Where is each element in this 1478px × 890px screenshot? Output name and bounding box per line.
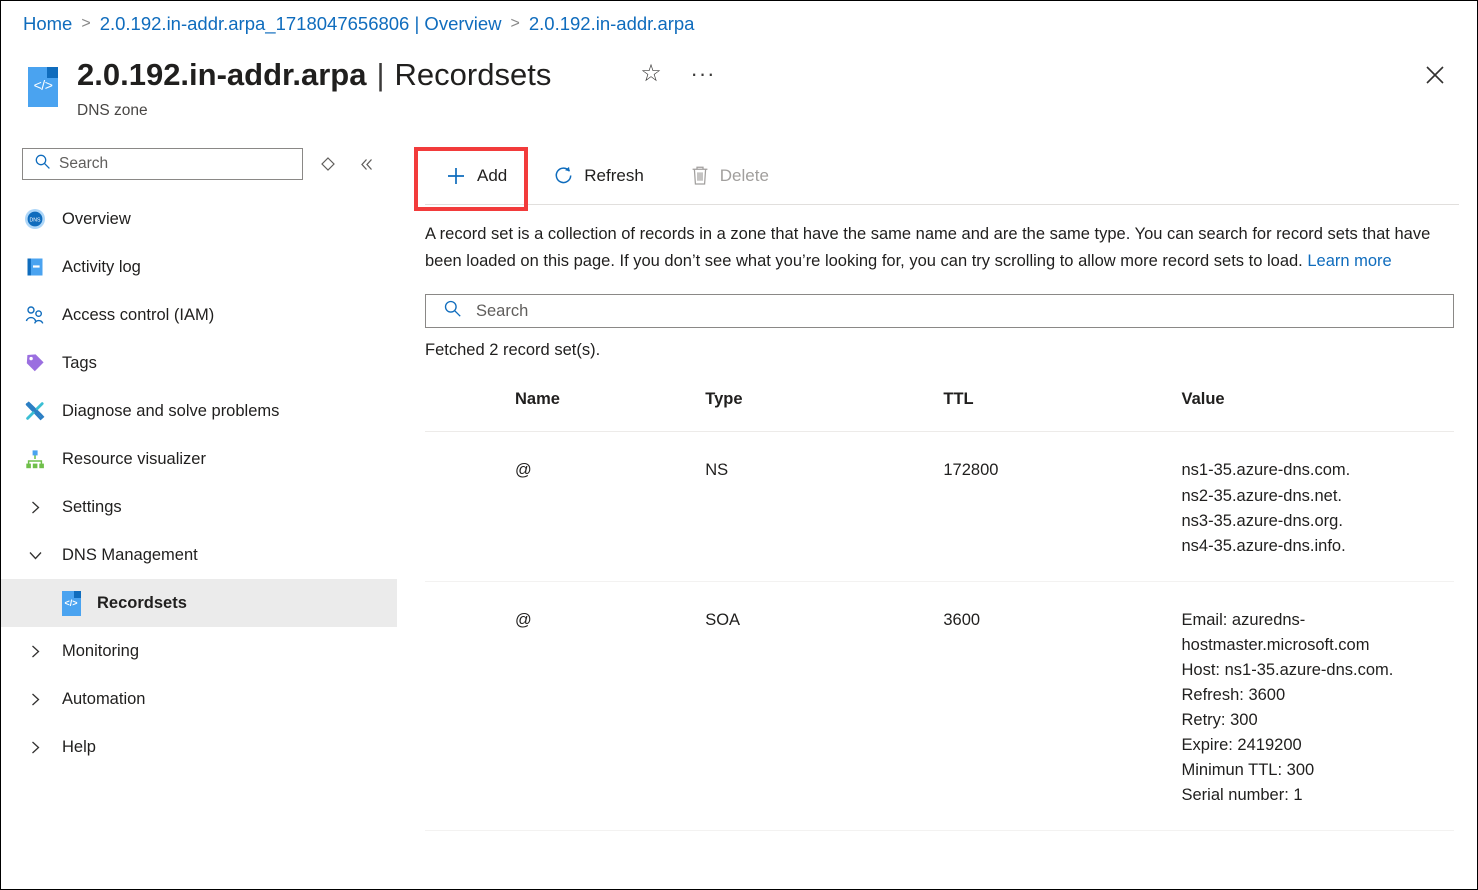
dns-icon: DNS [22, 206, 48, 232]
cell-value: ns1-35.azure-dns.com. ns2-35.azure-dns.n… [1182, 432, 1455, 581]
delete-button-label: Delete [720, 166, 769, 186]
sidebar-item-label: Access control (IAM) [62, 306, 214, 325]
sidebar-search-box[interactable] [22, 148, 303, 180]
chevron-right-icon [22, 734, 48, 760]
sidebar-item-access-control[interactable]: Access control (IAM) [1, 291, 397, 339]
cell-type: SOA [705, 581, 943, 831]
sidebar-item-monitoring[interactable]: Monitoring [1, 627, 397, 675]
table-row[interactable]: @ NS 172800 ns1-35.azure-dns.com. ns2-35… [425, 432, 1454, 581]
delete-button[interactable]: Delete [678, 156, 781, 196]
svg-text:DNS: DNS [30, 217, 41, 223]
favorite-star-icon[interactable]: ☆ [638, 61, 664, 87]
sidebar-item-label: Activity log [62, 258, 141, 277]
recordset-doc-icon: </> [58, 590, 84, 616]
sidebar-item-settings[interactable]: Settings [1, 483, 397, 531]
refresh-button[interactable]: Refresh [541, 156, 656, 196]
sidebar-item-label: Settings [62, 498, 122, 517]
sidebar-item-label: Resource visualizer [62, 450, 206, 469]
sidebar-item-label: Help [62, 738, 96, 757]
sidebar-nav-list: DNS Overview Activity log Access control… [1, 195, 397, 771]
resource-icon-glyph: </> [25, 77, 61, 93]
add-button-label: Add [477, 166, 507, 186]
sidebar-search-row [1, 141, 397, 187]
recordset-description: A record set is a collection of records … [425, 221, 1445, 274]
sidebar-item-recordsets[interactable]: </> Recordsets [1, 579, 397, 627]
trash-icon [690, 165, 710, 186]
close-icon[interactable] [1421, 61, 1449, 89]
page-title: 2.0.192.in-addr.arpa | Recordsets [77, 59, 551, 92]
sidebar-item-label: Tags [62, 354, 97, 373]
cell-ttl: 172800 [943, 432, 1181, 581]
sidebar-item-dns-management[interactable]: DNS Management [1, 531, 397, 579]
sidebar-item-automation[interactable]: Automation [1, 675, 397, 723]
breadcrumb: Home > 2.0.192.in-addr.arpa_171804765680… [23, 13, 694, 35]
search-icon [34, 153, 51, 175]
recordset-search-input[interactable] [462, 302, 1453, 321]
sidebar: DNS Overview Activity log Access control… [1, 141, 397, 889]
column-header-type[interactable]: Type [705, 390, 943, 432]
breadcrumb-item-zone[interactable]: 2.0.192.in-addr.arpa [529, 13, 695, 35]
column-header-name[interactable]: Name [425, 390, 705, 432]
sidebar-search-input[interactable] [51, 155, 302, 173]
sidebar-item-activity-log[interactable]: Activity log [1, 243, 397, 291]
cell-name: @ [425, 432, 705, 581]
access-control-icon [22, 302, 48, 328]
refresh-icon [553, 165, 574, 186]
breadcrumb-separator: > [511, 15, 520, 33]
cell-name: @ [425, 581, 705, 831]
sidebar-item-tags[interactable]: Tags [1, 339, 397, 387]
command-bar: Add Refresh Delete [425, 147, 1459, 205]
cell-ttl: 3600 [943, 581, 1181, 831]
breadcrumb-item-home[interactable]: Home [23, 13, 72, 35]
azure-portal-blade: Home > 2.0.192.in-addr.arpa_171804765680… [0, 0, 1478, 890]
page-subtitle: DNS zone [77, 102, 551, 120]
sidebar-item-help[interactable]: Help [1, 723, 397, 771]
activity-log-icon [22, 254, 48, 280]
learn-more-link[interactable]: Learn more [1307, 252, 1391, 270]
cell-type: NS [705, 432, 943, 581]
breadcrumb-separator: > [81, 15, 90, 33]
add-button[interactable]: Add [433, 156, 519, 196]
collapse-sidebar-icon[interactable] [353, 151, 379, 177]
sidebar-item-label: Monitoring [62, 642, 139, 661]
page-title-separator: | [376, 59, 384, 92]
tag-icon [22, 350, 48, 376]
diamond-toggle-icon[interactable] [315, 151, 341, 177]
sidebar-item-label: DNS Management [62, 546, 198, 565]
title-actions: ☆ ··· [638, 61, 716, 87]
sidebar-item-resource-visualizer[interactable]: Resource visualizer [1, 435, 397, 483]
sidebar-item-label: Automation [62, 690, 145, 709]
main-content: Add Refresh Delete A record set is a col… [425, 147, 1459, 889]
chevron-right-icon [22, 638, 48, 664]
resource-visualizer-icon [22, 446, 48, 472]
recordset-search-box[interactable] [425, 294, 1454, 328]
table-row[interactable]: @ SOA 3600 Email: azuredns-hostmaster.mi… [425, 581, 1454, 831]
more-ellipsis-icon[interactable]: ··· [690, 61, 716, 87]
chevron-right-icon [22, 494, 48, 520]
sidebar-item-diagnose[interactable]: Diagnose and solve problems [1, 387, 397, 435]
diagnose-icon [22, 398, 48, 424]
chevron-right-icon [22, 686, 48, 712]
recordsets-table: Name Type TTL Value @ NS 172800 ns1-35.a… [425, 390, 1454, 831]
page-title-sub: Recordsets [395, 59, 552, 92]
chevron-down-icon [22, 542, 48, 568]
plus-icon [445, 165, 467, 187]
sidebar-item-label: Overview [62, 210, 131, 229]
cell-value: Email: azuredns-hostmaster.microsoft.com… [1182, 581, 1455, 831]
column-header-value[interactable]: Value [1182, 390, 1455, 432]
table-header-row: Name Type TTL Value [425, 390, 1454, 432]
breadcrumb-item-overview[interactable]: 2.0.192.in-addr.arpa_1718047656806 | Ove… [100, 13, 502, 35]
recordset-description-text: A record set is a collection of records … [425, 225, 1430, 270]
sidebar-item-label: Diagnose and solve problems [62, 402, 279, 421]
search-icon [443, 299, 462, 323]
column-header-ttl[interactable]: TTL [943, 390, 1181, 432]
page-title-main: 2.0.192.in-addr.arpa [77, 59, 366, 92]
sidebar-item-overview[interactable]: DNS Overview [1, 195, 397, 243]
refresh-button-label: Refresh [584, 166, 644, 186]
sidebar-item-label: Recordsets [97, 594, 187, 613]
dns-zone-resource-icon: </> [25, 65, 61, 109]
fetched-count-text: Fetched 2 record set(s). [425, 341, 1459, 360]
blade-title-row: </> 2.0.192.in-addr.arpa | Recordsets DN… [25, 59, 551, 120]
